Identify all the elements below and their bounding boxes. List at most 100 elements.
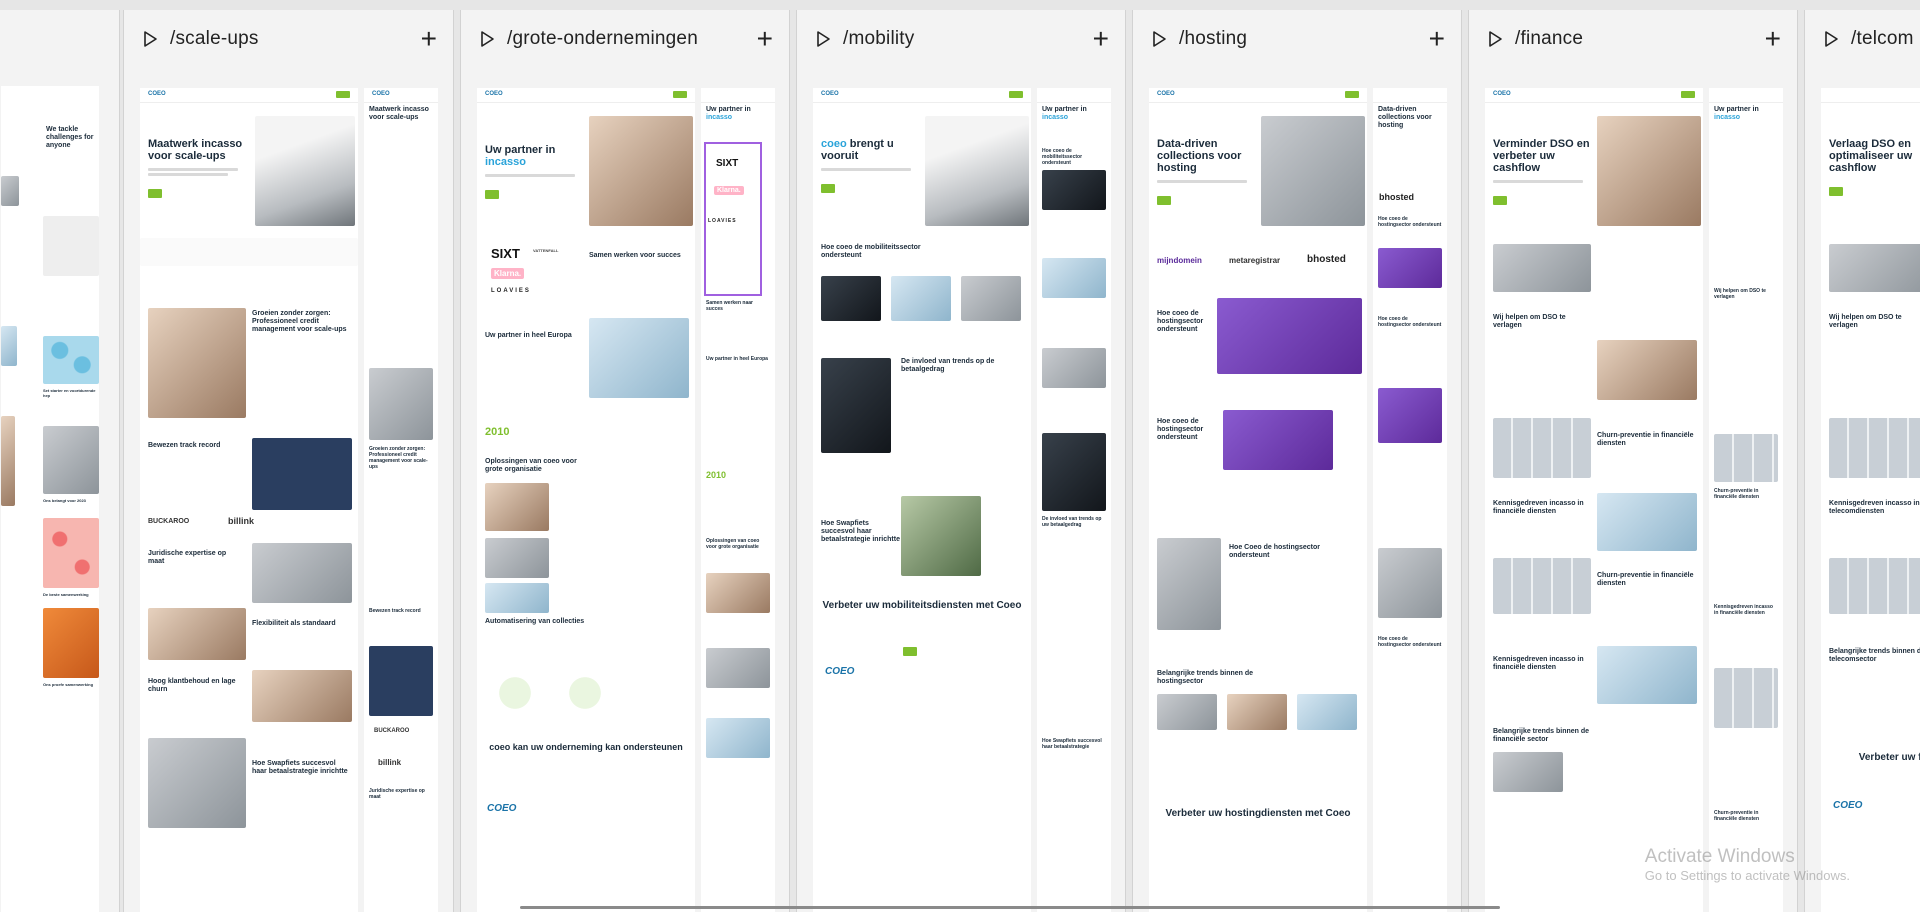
plus-icon[interactable]: + — [1429, 25, 1445, 53]
promo-banner — [1223, 410, 1333, 470]
image-placeholder — [1829, 418, 1920, 478]
section-heading: Kennisgedreven incasso in financiële die… — [1493, 500, 1584, 515]
page-path-label[interactable]: /hosting — [1179, 28, 1247, 50]
hero-heading: Uw partner in incasso — [1042, 106, 1087, 121]
section-heading: coeo kan uw onderneming kan ondersteunen — [489, 742, 683, 752]
page-preview-desktop[interactable]: COEO Maatwerk incasso voor scale-ups Gro… — [140, 88, 358, 912]
section-heading: Juridische expertise op maat — [369, 788, 425, 800]
page-preview-desktop[interactable]: Verlaag DSO en optimaliseer uw cashflow … — [1821, 88, 1920, 912]
plus-icon[interactable]: + — [1765, 25, 1781, 53]
play-icon[interactable] — [477, 29, 497, 49]
activate-windows-watermark: Activate Windows Go to Settings to activ… — [1644, 846, 1850, 883]
image-placeholder — [1, 326, 17, 366]
client-logo: mijndomein — [1157, 256, 1202, 265]
page-preview-mobile[interactable]: Uw partner in incasso Hoe coeo de mobili… — [1037, 88, 1111, 912]
play-icon[interactable] — [1149, 29, 1169, 49]
hero-heading: Maatwerk incasso voor scale-ups — [148, 138, 248, 200]
client-logo: BUCKAROO — [148, 518, 190, 525]
play-icon[interactable] — [140, 29, 160, 49]
card-title: Ons proefe samenwerking — [43, 682, 94, 687]
selected-logo-block[interactable]: SIXT Klarna. LOAVIES — [704, 142, 762, 296]
image-placeholder — [901, 496, 981, 576]
image-placeholder — [148, 608, 246, 660]
image-placeholder — [706, 573, 770, 613]
cta-heading: Verbeter uw finance — [1858, 752, 1920, 763]
section-heading: Hoe Swapfiets succesvol haar betaalstrat… — [821, 520, 900, 543]
page-preview-mobile[interactable]: Uw partner in incasso Wij helpen om DSO … — [1709, 88, 1783, 912]
promo-banner — [1378, 248, 1442, 288]
section-heading: Groeien zonder zorgen: Professioneel cre… — [369, 446, 428, 470]
image-placeholder — [821, 358, 891, 453]
section-heading: Groeien zonder zorgen: Professioneel cre… — [252, 310, 347, 333]
hero-image — [255, 116, 355, 226]
page-column-partial: We tackle challenges for anyone Set star… — [0, 10, 120, 912]
play-icon[interactable] — [1821, 29, 1841, 49]
section-heading: Uw partner in heel Europa — [706, 356, 768, 362]
illustration — [555, 668, 615, 718]
page-column-hosting[interactable]: /hosting + COEO Data-driven collections … — [1132, 10, 1462, 912]
card-title: Ons belangt voor 2023 — [43, 498, 86, 503]
section-heading: Churn-preventie in financiële diensten — [1714, 810, 1760, 822]
plus-icon[interactable]: + — [757, 25, 773, 53]
section-heading: Belangrijke trends binnen de hostingsect… — [1157, 670, 1254, 685]
page-frame-partial: We tackle challenges for anyone Set star… — [1, 86, 99, 912]
image-placeholder — [369, 368, 433, 440]
section-heading: Kennisgedreven incasso in telecomdienste… — [1829, 500, 1920, 515]
page-column-scale-ups[interactable]: /scale-ups + COEO Maatwerk incasso voor … — [123, 10, 454, 912]
page-path-label[interactable]: /mobility — [843, 28, 914, 50]
cta-heading: Verbeter uw mobiliteitsdiensten met Coeo — [822, 600, 1022, 611]
section-heading: Oplossingen van coeo voor grote organisa… — [485, 458, 577, 473]
image-placeholder — [1297, 694, 1357, 730]
play-icon[interactable] — [813, 29, 833, 49]
page-column-mobility[interactable]: /mobility + COEO coeo brengt u vooruit H… — [796, 10, 1126, 912]
hero-heading: Data-driven collections voor hosting — [1378, 106, 1432, 129]
section-heading: Hoe Swapfiets succesvol haar betaalstrat… — [1042, 738, 1102, 750]
image-placeholder — [1493, 558, 1591, 614]
page-path-label[interactable]: /telcom — [1851, 28, 1914, 50]
page-path-label[interactable]: /scale-ups — [170, 28, 259, 50]
page-preview-desktop[interactable]: COEO Uw partner in incasso SIXT VATTENFA… — [477, 88, 695, 912]
section-heading: De invloed van trends op uw betaalgedrag — [1042, 516, 1102, 528]
page-preview-mobile[interactable]: Uw partner in incasso SIXT Klarna. LOAVI… — [701, 88, 775, 912]
page-path-label[interactable]: /finance — [1515, 28, 1583, 50]
plus-icon[interactable]: + — [421, 25, 437, 53]
page-path-label[interactable]: /grote-ondernemingen — [507, 28, 698, 50]
page-column-grote-ondernemingen[interactable]: /grote-ondernemingen + COEO Uw partner i… — [460, 10, 790, 912]
footer-logo: COEO — [487, 803, 517, 814]
promo-banner — [1378, 388, 1442, 443]
column-header: /hosting + — [1149, 22, 1445, 56]
page-column-finance[interactable]: /finance + COEO Verminder DSO en verbete… — [1468, 10, 1798, 912]
page-preview-mobile[interactable]: COEO Maatwerk incasso voor scale-ups Gro… — [364, 88, 438, 912]
section-heading: Bewezen track record — [369, 608, 421, 614]
section-heading: Hoe coeo de hostingsector ondersteunt — [1157, 418, 1204, 441]
mini-nav: COEO — [140, 88, 358, 103]
image-placeholder — [1157, 694, 1217, 730]
section-heading: Hoe Coeo de hostingsector ondersteunt — [1229, 544, 1321, 559]
client-logo: billink — [378, 758, 402, 767]
section-heading: Hoe Swapfiets succesvol haar betaalstrat… — [252, 760, 348, 775]
section-heading: Hoe coeo de mobiliteitssector ondersteun… — [1042, 148, 1083, 166]
page-preview-desktop[interactable]: COEO Data-driven collections voor hostin… — [1149, 88, 1367, 912]
page-preview-desktop[interactable]: COEO Verminder DSO en verbeter uw cashfl… — [1485, 88, 1703, 912]
horizontal-scrollbar[interactable] — [520, 906, 1500, 909]
hero-image — [1261, 116, 1365, 226]
client-logo: SIXT — [491, 246, 520, 261]
image-placeholder — [148, 738, 246, 828]
page-preview-mobile[interactable]: Data-driven collections voor hosting bho… — [1373, 88, 1447, 912]
section-heading: Hoe coeo de hostingsector ondersteunt — [1378, 316, 1442, 328]
column-header: /finance + — [1485, 22, 1781, 56]
image-placeholder — [252, 438, 352, 510]
section-heading: Bewezen track record — [148, 442, 221, 449]
play-icon[interactable] — [1485, 29, 1505, 49]
image-placeholder — [1597, 340, 1697, 400]
card-title: De beste samenwerking — [43, 592, 89, 597]
page-preview-desktop[interactable]: COEO coeo brengt u vooruit Hoe coeo de m… — [813, 88, 1031, 912]
illustration — [485, 668, 545, 718]
page-column-telcom[interactable]: /telcom Verlaag DSO en optimaliseer uw c… — [1804, 10, 1920, 912]
image-placeholder — [1829, 558, 1920, 614]
image-placeholder — [485, 583, 549, 613]
client-logo: bhosted — [1379, 192, 1414, 202]
image-placeholder — [891, 276, 951, 321]
plus-icon[interactable]: + — [1093, 25, 1109, 53]
client-logo: LOAVIES — [491, 288, 531, 294]
